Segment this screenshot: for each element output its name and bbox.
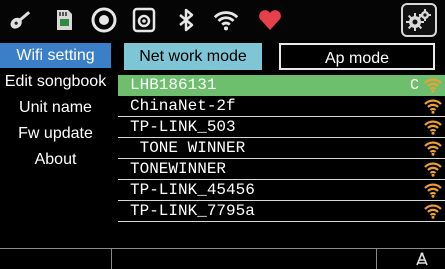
status-toolbar [0,0,445,40]
record-icon[interactable] [90,6,118,34]
network-ssid: TP-LINK_45456 [130,181,255,199]
wifi-signal-icon [424,183,442,198]
bottom-status-bar [0,248,445,269]
heart-icon[interactable] [256,6,284,34]
network-ssid: ChinaNet-2f [130,97,236,115]
sidebar-item-fw-update[interactable]: Fw update [0,121,111,146]
wifi-signal-icon [424,162,442,177]
settings-sidebar: Wifi setting Edit songbook Unit name Fw … [0,41,111,247]
tab-net-work-mode[interactable]: Net work mode [124,43,262,70]
sd-card-icon[interactable] [50,6,78,34]
guitar-icon[interactable] [6,6,34,34]
network-row[interactable]: LHB186131 C [118,75,445,96]
sidebar-item-edit-songbook[interactable]: Edit songbook [0,69,111,94]
network-ssid: TONEWINNER [130,160,227,178]
network-row[interactable]: TONE WINNER [118,138,445,159]
wifi-signal-icon [424,204,442,219]
network-row[interactable]: ChinaNet-2f [118,96,445,117]
network-row[interactable]: TP-LINK_45456 [118,180,445,201]
network-row[interactable]: TP-LINK_7795a [118,201,445,222]
tab-ap-mode[interactable]: Ap mode [279,43,435,70]
network-ssid: LHB186131 [130,76,217,94]
wifi-signal-icon [424,141,442,156]
bluetooth-icon[interactable] [172,6,200,34]
wifi-signal-icon [424,99,442,114]
sidebar-item-wifi-setting[interactable]: Wifi setting [0,43,111,68]
antenna-icon [416,252,428,266]
network-ssid: TONE WINNER [130,139,246,157]
divider [376,249,377,269]
wifi-signal-icon [424,78,442,93]
settings-gear-icon[interactable] [401,3,437,37]
network-ssid: TP-LINK_7795a [130,202,255,220]
sidebar-item-unit-name[interactable]: Unit name [0,95,111,120]
network-row[interactable]: TONEWINNER [118,159,445,180]
wifi-icon[interactable] [212,6,240,34]
connected-indicator: C [409,77,419,94]
network-row[interactable]: TP-LINK_503 [118,117,445,138]
sidebar-item-about[interactable]: About [0,147,111,172]
divider [111,249,112,269]
speaker-icon[interactable] [130,6,158,34]
network-ssid: TP-LINK_503 [130,118,236,136]
wifi-signal-icon [424,120,442,135]
